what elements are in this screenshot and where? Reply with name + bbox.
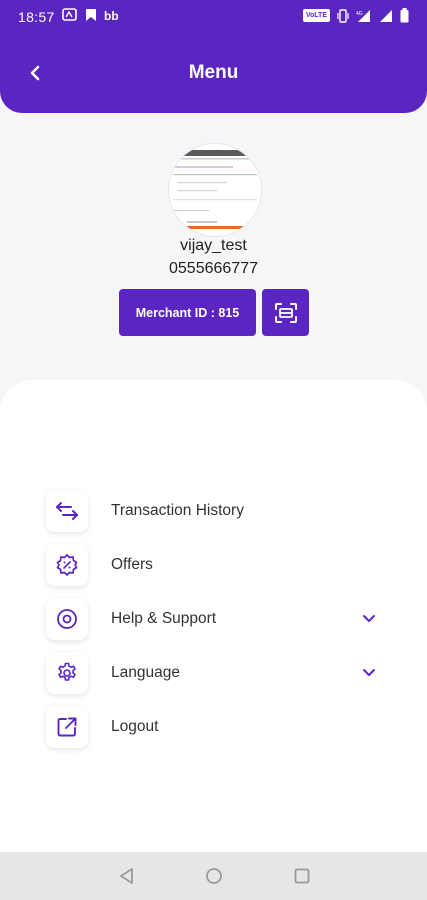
gear-icon <box>58 662 76 681</box>
app-notification-icon <box>62 8 77 21</box>
status-bar: 18:57 bb VoLTE 4G <box>0 0 427 34</box>
status-system-icons: VoLTE 4G <box>302 8 409 23</box>
menu-item-label: Transaction History <box>111 502 244 519</box>
menu-item-transaction-history[interactable]: Transaction History <box>0 490 427 540</box>
chevron-down-icon[interactable] <box>360 610 378 628</box>
chevron-down-icon[interactable] <box>360 664 378 682</box>
menu-card: Transaction History Offers Help & Suppor… <box>0 380 427 852</box>
menu-icon-box <box>46 706 88 748</box>
menu-item-language[interactable]: Language <box>0 652 427 702</box>
nav-back-icon[interactable] <box>117 866 137 886</box>
signal-icon <box>380 9 392 22</box>
menu-item-label: Offers <box>111 556 153 573</box>
menu-item-label: Logout <box>111 718 159 735</box>
menu-item-label: Help & Support <box>111 610 217 627</box>
swap-arrows-icon <box>56 502 78 520</box>
menu-item-offers[interactable]: Offers <box>0 544 427 594</box>
battery-icon <box>400 8 409 23</box>
system-nav-bar <box>0 852 427 900</box>
volte-badge: VoLTE <box>302 9 330 22</box>
menu-icon-box <box>46 598 88 640</box>
scan-qr-button[interactable] <box>262 289 309 336</box>
menu-item-help-support[interactable]: Help & Support <box>0 598 427 648</box>
vibrate-icon <box>337 8 349 23</box>
nav-recents-icon[interactable] <box>292 866 312 886</box>
bookmark-notification-icon <box>86 9 96 21</box>
menu-icon-box <box>46 544 88 586</box>
avatar <box>168 143 262 237</box>
external-link-icon <box>57 717 77 737</box>
nav-home-icon[interactable] <box>204 866 224 886</box>
bb-notification-icon: bb <box>104 9 118 22</box>
page-title: Menu <box>188 62 239 83</box>
menu-icon-box <box>46 652 88 694</box>
signal-4g-icon: 4G <box>356 9 370 22</box>
menu-item-label: Language <box>111 664 180 681</box>
offer-badge-icon <box>56 554 78 576</box>
merchant-id-button[interactable]: Merchant ID : 815 <box>119 289 256 336</box>
menu-item-logout[interactable]: Logout <box>0 706 427 756</box>
profile-phone: 0555666777 <box>169 260 258 277</box>
status-notification-icons: bb <box>62 8 118 22</box>
scan-icon <box>274 302 297 323</box>
svg-text:bb: bb <box>104 9 118 22</box>
profile-username: vijay_test <box>180 237 247 254</box>
help-icon <box>57 609 77 629</box>
menu-icon-box <box>46 490 88 532</box>
svg-text:4G: 4G <box>356 11 363 17</box>
app-header: 18:57 bb VoLTE 4G Menu <box>0 0 427 113</box>
status-time: 18:57 <box>18 9 55 25</box>
avatar-image <box>169 144 261 236</box>
